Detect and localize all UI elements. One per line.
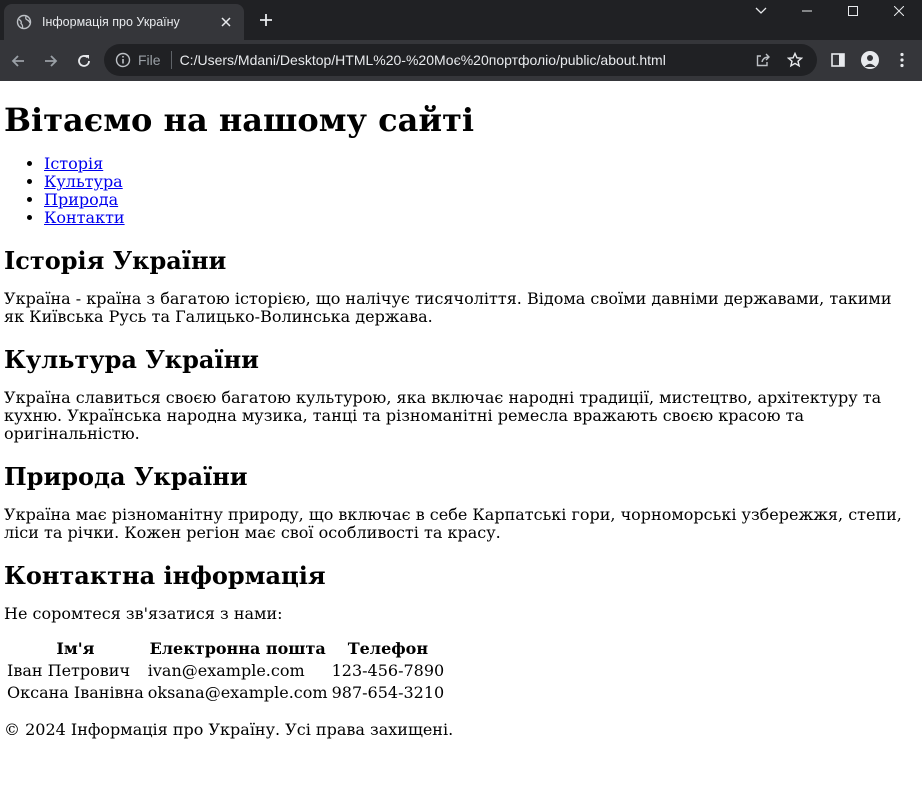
share-icon[interactable]	[747, 46, 779, 74]
culture-heading: Культура України	[4, 345, 259, 374]
url-text[interactable]: C:/Users/Mdani/Desktop/HTML%20-%20Моє%20…	[180, 52, 747, 68]
reload-icon[interactable]	[68, 45, 100, 77]
nav-link-history[interactable]: Історія	[44, 154, 103, 173]
contacts-heading: Контактна інформація	[4, 561, 326, 590]
browser-chrome: Інформація про Україну File C:/Users/Mda…	[0, 0, 922, 81]
tab-search-chevron-icon[interactable]	[738, 0, 784, 22]
nature-text: Україна має різноманітну природу, що вкл…	[4, 505, 902, 542]
address-separator	[170, 51, 172, 69]
culture-text: Україна славиться своєю багатою культуро…	[4, 388, 882, 443]
nav-item-history: Історія	[44, 155, 914, 173]
side-panel-icon[interactable]	[822, 44, 854, 76]
table-cell-email: ivan@example.com	[147, 661, 305, 680]
table-cell-phone: 987-654-3210	[331, 683, 445, 702]
table-row: Іван Петрович ivan@example.com 123-456-7…	[6, 661, 445, 681]
window-close-icon[interactable]	[876, 0, 922, 22]
plus-icon[interactable]	[256, 10, 276, 30]
tab-title: Інформація про Україну	[42, 15, 180, 29]
table-header-email: Електронна пошта	[149, 639, 326, 658]
profile-icon[interactable]	[854, 44, 886, 76]
nav-link-culture[interactable]: Культура	[44, 172, 123, 191]
footer-text: © 2024 Інформація про Україну. Усі права…	[4, 720, 454, 739]
page-content: Вітаємо на нашому сайті Історія Культура…	[0, 102, 922, 739]
nav-link-contacts[interactable]: Контакти	[44, 208, 125, 227]
nav-item-contacts: Контакти	[44, 209, 914, 227]
forward-arrow-icon[interactable]	[35, 45, 67, 77]
history-heading: Історія України	[4, 246, 227, 275]
table-row: Оксана Іванівна oksana@example.com 987-6…	[6, 683, 445, 703]
globe-icon	[16, 14, 32, 30]
history-text: Україна - країна з багатою історією, що …	[4, 289, 892, 326]
info-icon[interactable]	[114, 51, 132, 69]
page-title: Вітаємо на нашому сайті	[4, 101, 475, 139]
contacts-table: Ім'я Електронна пошта Телефон Іван Петро…	[4, 637, 447, 705]
nav-item-nature: Природа	[44, 191, 914, 209]
url-scheme-label: File	[138, 52, 161, 68]
nav-link-nature[interactable]: Природа	[44, 190, 118, 209]
browser-tab[interactable]: Інформація про Україну	[4, 4, 244, 40]
nature-heading: Природа України	[4, 462, 248, 491]
table-cell-name: Іван Петрович	[7, 661, 131, 680]
table-cell-phone: 123-456-7890	[331, 661, 445, 680]
kebab-menu-icon[interactable]	[886, 44, 918, 76]
window-controls	[738, 0, 922, 24]
star-icon[interactable]	[779, 46, 811, 74]
table-cell-email: oksana@example.com	[147, 683, 328, 702]
contacts-intro: Не соромтеся зв'язатися з нами:	[4, 604, 283, 623]
table-header-row: Ім'я Електронна пошта Телефон	[6, 639, 445, 659]
table-header-name: Ім'я	[56, 639, 95, 658]
address-bar[interactable]: File C:/Users/Mdani/Desktop/HTML%20-%20М…	[104, 44, 817, 76]
minimize-icon[interactable]	[784, 0, 830, 22]
nav-item-culture: Культура	[44, 173, 914, 191]
browser-toolbar: File C:/Users/Mdani/Desktop/HTML%20-%20М…	[0, 40, 922, 81]
tab-strip: Інформація про Україну	[0, 0, 922, 40]
back-arrow-icon[interactable]	[2, 45, 34, 77]
table-cell-name: Оксана Іванівна	[7, 683, 144, 702]
nav-list: Історія Культура Природа Контакти	[4, 155, 914, 227]
table-header-phone: Телефон	[347, 639, 429, 658]
close-icon[interactable]	[218, 14, 234, 30]
maximize-icon[interactable]	[830, 0, 876, 22]
